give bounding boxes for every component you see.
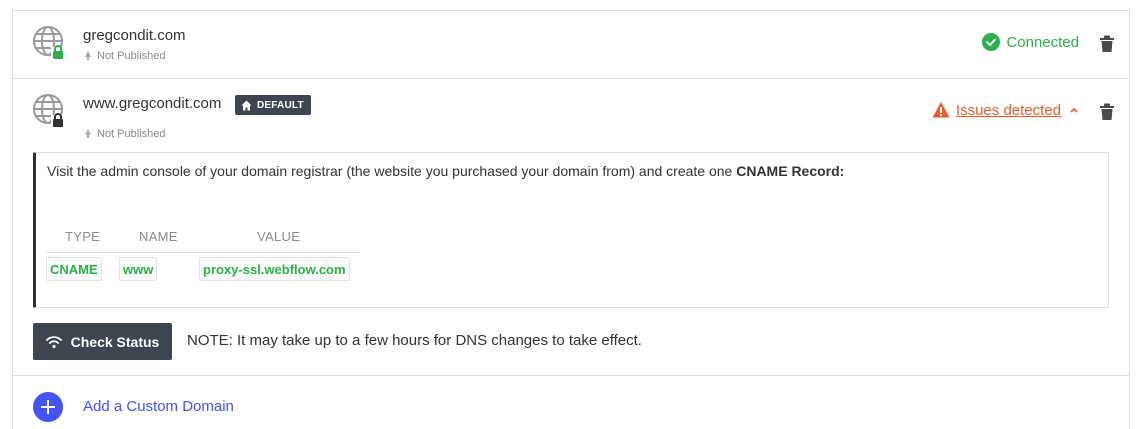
home-icon (241, 100, 252, 110)
trash-icon[interactable] (1099, 103, 1115, 121)
check-status-button[interactable]: Check Status (33, 323, 172, 360)
dns-table-header: TYPE NAME VALUE (46, 229, 360, 253)
record-name-value[interactable]: www (119, 257, 158, 281)
globe-lock-icon (33, 26, 65, 59)
domain-name: www.gregcondit.com (83, 95, 222, 112)
connection-status: Connected (982, 33, 1079, 51)
domain-row: gregcondit.com Not Published Connected (13, 11, 1129, 79)
domain-name: gregcondit.com (83, 27, 186, 44)
instructions-emphasis: CNAME Record: (736, 163, 845, 179)
check-status-label: Check Status (70, 333, 160, 350)
column-header-name: NAME (139, 229, 178, 244)
check-circle-icon (982, 33, 1001, 51)
publish-status: Not Published (83, 128, 166, 140)
rocket-icon (85, 129, 91, 138)
connection-status-label: Connected (1006, 33, 1079, 51)
domain-row: www.gregcondit.com DEFAULT Not Published… (13, 79, 1129, 376)
publish-status: Not Published (83, 50, 166, 62)
warning-icon (932, 102, 950, 118)
record-value-value[interactable]: proxy-ssl.webflow.com (199, 257, 350, 281)
globe-lock-icon (33, 94, 65, 127)
column-header-value: VALUE (257, 229, 301, 244)
issues-detected-label: Issues detected (955, 101, 1061, 119)
add-icon[interactable] (33, 392, 63, 422)
custom-domains-panel: gregcondit.com Not Published Connected w… (12, 10, 1130, 429)
record-type-value[interactable]: CNAME (46, 257, 102, 281)
publish-status-label: Not Published (97, 128, 166, 140)
instructions-body: Visit the admin console of your domain r… (47, 163, 737, 179)
plus-icon (41, 400, 55, 414)
dns-instructions: Visit the admin console of your domain r… (33, 152, 1109, 308)
default-badge-label: DEFAULT (257, 99, 304, 111)
chevron-up-icon (1070, 107, 1078, 113)
trash-icon[interactable] (1099, 35, 1115, 53)
default-badge: DEFAULT (235, 95, 311, 115)
rocket-icon (85, 51, 91, 60)
add-domain-row: Add a Custom Domain (13, 376, 1129, 429)
column-header-type: TYPE (65, 229, 101, 244)
instructions-text: Visit the admin console of your domain r… (47, 163, 844, 179)
dns-note: NOTE: It may take up to a few hours for … (187, 332, 642, 349)
publish-status-label: Not Published (97, 50, 166, 62)
add-custom-domain-link[interactable]: Add a Custom Domain (83, 398, 234, 415)
issues-detected-toggle[interactable]: Issues detected (932, 101, 1079, 119)
wifi-icon (45, 335, 62, 348)
